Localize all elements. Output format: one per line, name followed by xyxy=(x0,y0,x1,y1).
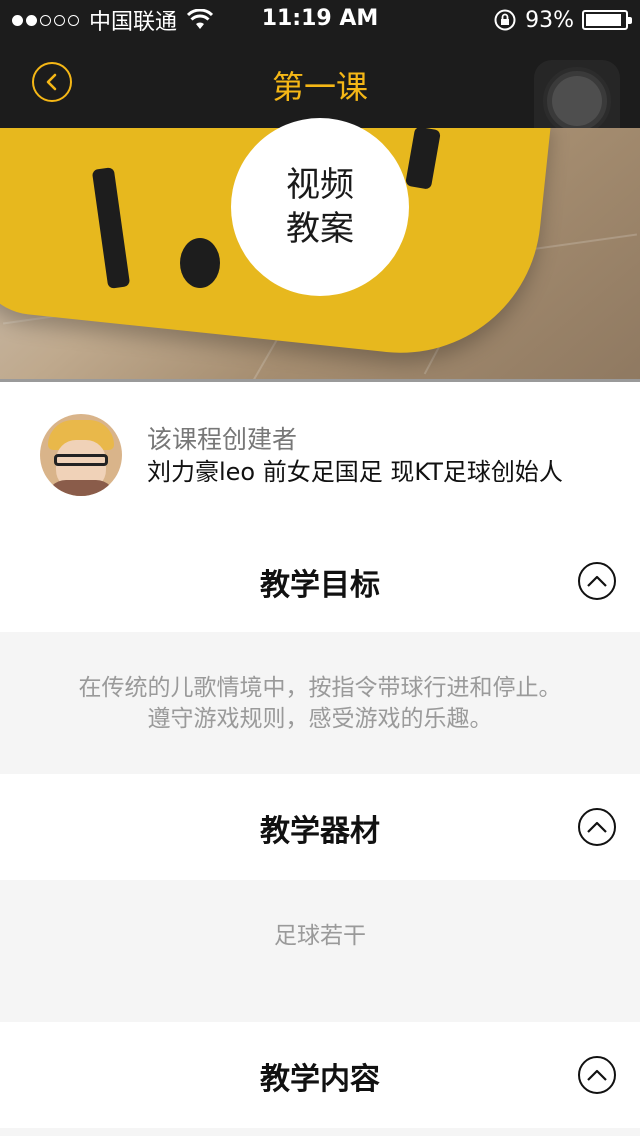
collapse-toggle[interactable] xyxy=(578,808,616,846)
inflatable-lettering xyxy=(180,238,220,288)
status-bar: 中国联通 11:19 AM 93% xyxy=(0,0,640,40)
section-header-goals[interactable]: 教学目标 xyxy=(0,530,640,632)
chevron-up-icon xyxy=(587,821,607,833)
section-text-line: 足球若干 xyxy=(274,923,366,949)
collapse-toggle[interactable] xyxy=(578,1056,616,1094)
section-body-content xyxy=(0,1128,640,1136)
avatar-glasses xyxy=(54,454,108,466)
battery-fill xyxy=(586,14,622,26)
section-title: 教学器材 xyxy=(260,814,380,849)
section-body-equipment: 足球若干 xyxy=(0,880,640,1022)
section-text-line: 遵守游戏规则，感受游戏的乐趣。 xyxy=(147,706,493,732)
section-header-equipment[interactable]: 教学器材 xyxy=(0,776,640,878)
creator-name: 刘力豪leo 前女足国足 现KT足球创始人 xyxy=(147,458,563,486)
badge-line-2: 教案 xyxy=(286,209,354,249)
section-title: 教学内容 xyxy=(260,1062,380,1097)
nav-bar: 第一课 xyxy=(0,40,640,146)
creator-label: 该课程创建者 xyxy=(147,425,298,454)
avatar-shirt xyxy=(46,480,116,496)
collapse-toggle[interactable] xyxy=(578,562,616,600)
section-header-content[interactable]: 教学内容 xyxy=(0,1024,640,1126)
section-body-goals: 在传统的儿歌情境中，按指令带球行进和停止。 遵守游戏规则，感受游戏的乐趣。 xyxy=(0,632,640,774)
video-lesson-badge[interactable]: 视频 教案 xyxy=(231,118,409,296)
status-right: 93% xyxy=(493,6,632,34)
battery-percent: 93% xyxy=(525,7,574,33)
badge-line-1: 视频 xyxy=(286,165,354,205)
chevron-up-icon xyxy=(587,575,607,587)
battery-icon xyxy=(582,10,632,30)
chevron-up-icon xyxy=(587,1069,607,1081)
assistive-touch-core xyxy=(552,76,602,126)
section-text-line: 在传统的儿歌情境中，按指令带球行进和停止。 xyxy=(78,675,562,701)
avatar[interactable] xyxy=(40,414,122,496)
creator-info: 该课程创建者 刘力豪leo 前女足国足 现KT足球创始人 xyxy=(0,382,640,530)
rotation-lock-icon xyxy=(494,9,516,31)
section-title: 教学目标 xyxy=(260,568,380,603)
